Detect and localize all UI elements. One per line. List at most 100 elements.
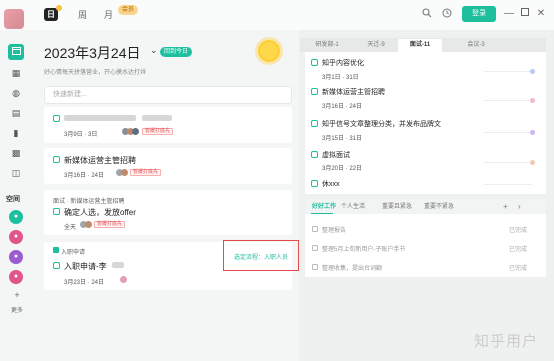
tab-tianqian[interactable]: 天迁-9 bbox=[355, 39, 397, 52]
document-icon[interactable]: ▮ bbox=[8, 125, 24, 141]
space-avatar-2[interactable]: ● bbox=[9, 230, 23, 244]
progress-line bbox=[484, 132, 532, 133]
task-checkbox[interactable] bbox=[53, 262, 60, 269]
minimize-icon[interactable]: — bbox=[503, 8, 515, 20]
tab-good-work[interactable]: 好好工作 bbox=[312, 201, 336, 213]
done-status: 已完成 bbox=[509, 266, 528, 272]
tab-research[interactable]: 研发部-1 bbox=[306, 39, 348, 52]
watermark: 知乎用户 bbox=[474, 333, 539, 350]
chart-icon[interactable]: ▦ bbox=[8, 65, 24, 81]
task-title[interactable]: 知乎内容优化 bbox=[322, 58, 364, 68]
task-date: 3月16日 · 24日 bbox=[322, 104, 363, 110]
process-label: 选定流程：入职人员 bbox=[234, 255, 289, 261]
task-title[interactable]: 知乎信号文章整理分类，并发布品牌文 bbox=[322, 119, 441, 129]
task-date: 3月1日 · 31日 bbox=[322, 75, 359, 81]
task-date: 3月9日 · 3日 bbox=[64, 132, 98, 138]
task-checkbox[interactable] bbox=[311, 59, 318, 66]
done-task-title[interactable]: 整理5月上旬新用户-子账户手节 bbox=[322, 244, 405, 253]
tab-week[interactable]: 周 bbox=[78, 8, 87, 21]
sun-weather-icon bbox=[258, 40, 280, 62]
member-badge[interactable]: 会员 bbox=[118, 5, 139, 15]
calendar-icon[interactable] bbox=[8, 44, 24, 60]
done-checkbox[interactable] bbox=[312, 245, 318, 251]
space-avatar-4[interactable]: ● bbox=[9, 270, 23, 284]
section-label: 面试 · 新媒体运营主管招聘 bbox=[53, 199, 125, 205]
tab-personal-life[interactable]: 个人生活 bbox=[341, 201, 365, 213]
done-task-title[interactable]: 整理报告 bbox=[322, 225, 346, 234]
quick-add-input[interactable]: 快速新建... bbox=[44, 86, 292, 104]
sidebar: ▦ ◍ ▤ ▮ ▩ ◫ 空间 ● ● ● ● + 更多 bbox=[0, 9, 34, 361]
blurred-name bbox=[112, 262, 124, 268]
apply-icon bbox=[53, 247, 59, 253]
task-title[interactable]: 新媒体运营主管招聘 bbox=[322, 87, 385, 97]
add-tab-icon[interactable]: + bbox=[503, 201, 508, 213]
task-card[interactable]: 面试 · 新媒体运营主管招聘 确定人选，发放offer 全天 暂缓打底先 bbox=[44, 190, 292, 235]
task-checkbox[interactable] bbox=[53, 208, 60, 215]
today-button[interactable]: 回到今日 bbox=[160, 47, 193, 57]
space-label: 空间 bbox=[6, 196, 20, 203]
task-title: 新媒体运营主管招聘 bbox=[64, 156, 136, 165]
task-date: 3月20日 · 22日 bbox=[322, 166, 363, 172]
blurred-title bbox=[64, 115, 136, 121]
tab-meeting[interactable]: 会议-3 bbox=[455, 39, 497, 52]
slogan-text: 好心情每天拼落营业，开心摸水达打烊 bbox=[44, 70, 147, 76]
task-card[interactable]: 新媒体运营主管招聘 3月16日 · 24日 暂缓打底先 bbox=[44, 148, 292, 184]
task-title: 确定人选，发放offer bbox=[64, 208, 136, 217]
chevron-right-icon[interactable]: › bbox=[518, 201, 521, 213]
task-title[interactable]: 虚拟面试 bbox=[322, 150, 350, 160]
task-title[interactable]: 休xxx bbox=[322, 179, 340, 189]
done-checkbox[interactable] bbox=[312, 264, 318, 270]
page-title: 2023年3月24日 bbox=[44, 45, 141, 61]
chat-icon[interactable]: ◍ bbox=[8, 85, 24, 101]
search-icon[interactable] bbox=[420, 8, 434, 22]
tab-month[interactable]: 月 bbox=[104, 8, 113, 21]
clock-icon[interactable] bbox=[440, 8, 454, 22]
top-bar: 日 周 月 会员 登录 — ✕ bbox=[0, 0, 554, 30]
more-label[interactable]: 更多 bbox=[9, 305, 25, 314]
tab-important-urgent[interactable]: 重要且紧急 bbox=[382, 201, 412, 213]
close-icon[interactable]: ✕ bbox=[535, 8, 547, 20]
plus-icon[interactable]: + bbox=[9, 290, 25, 300]
assignee-avatar bbox=[120, 276, 127, 283]
assignee-avatar bbox=[132, 128, 139, 135]
color-dot bbox=[530, 69, 535, 74]
done-task-title[interactable]: 整理收集，提出台词翻 bbox=[322, 263, 382, 272]
maximize-icon[interactable] bbox=[519, 8, 531, 20]
task-checkbox[interactable] bbox=[311, 88, 318, 95]
color-dot bbox=[530, 98, 535, 103]
task-checkbox[interactable] bbox=[311, 151, 318, 158]
assignee-avatar bbox=[121, 169, 128, 176]
task-checkbox[interactable] bbox=[311, 120, 318, 127]
task-checkbox[interactable] bbox=[53, 156, 60, 163]
task-checkbox[interactable] bbox=[53, 115, 60, 122]
layout-icon[interactable]: ◫ bbox=[8, 165, 24, 181]
list-icon[interactable]: ▤ bbox=[8, 105, 24, 121]
task-date: 3月15日 · 31日 bbox=[322, 136, 363, 142]
app-logo[interactable]: 日 bbox=[44, 5, 62, 21]
task-date: 3月16日 · 24日 bbox=[64, 173, 105, 179]
avatar[interactable] bbox=[4, 9, 24, 29]
day-view-content: 2023年3月24日 ⌄ 回到今日 好心情每天拼落营业，开心摸水达打烊 快速新建… bbox=[34, 30, 299, 361]
tab-interview[interactable]: 面试-11 bbox=[398, 39, 442, 52]
space-avatar-3[interactable]: ● bbox=[9, 250, 23, 264]
grid-icon[interactable]: ▩ bbox=[8, 145, 24, 161]
section-label: 入职申请 bbox=[61, 250, 86, 256]
done-status: 已完成 bbox=[509, 228, 528, 234]
status-tag: 暂缓打底先 bbox=[94, 221, 126, 228]
space-avatar-1[interactable]: ● bbox=[9, 210, 23, 224]
progress-line bbox=[484, 100, 532, 101]
task-checkbox[interactable] bbox=[311, 180, 318, 187]
task-card[interactable]: 3月9日 · 3日 暂缓打底先 bbox=[44, 107, 292, 143]
status-tag: 暂缓打底先 bbox=[142, 128, 174, 135]
chevron-down-icon[interactable]: ⌄ bbox=[150, 45, 158, 56]
task-title: 入职申请-李 bbox=[64, 262, 107, 271]
done-status: 已完成 bbox=[509, 247, 528, 253]
progress-line bbox=[484, 184, 532, 185]
login-button[interactable]: 登录 bbox=[462, 6, 496, 22]
done-checkbox[interactable] bbox=[312, 226, 318, 232]
tab-important-not-urgent[interactable]: 重要不紧急 bbox=[424, 201, 454, 213]
blurred-title bbox=[142, 115, 172, 121]
task-date: 全天 bbox=[64, 225, 77, 231]
color-dot bbox=[530, 160, 535, 165]
status-tag: 暂缓打底先 bbox=[130, 169, 162, 176]
